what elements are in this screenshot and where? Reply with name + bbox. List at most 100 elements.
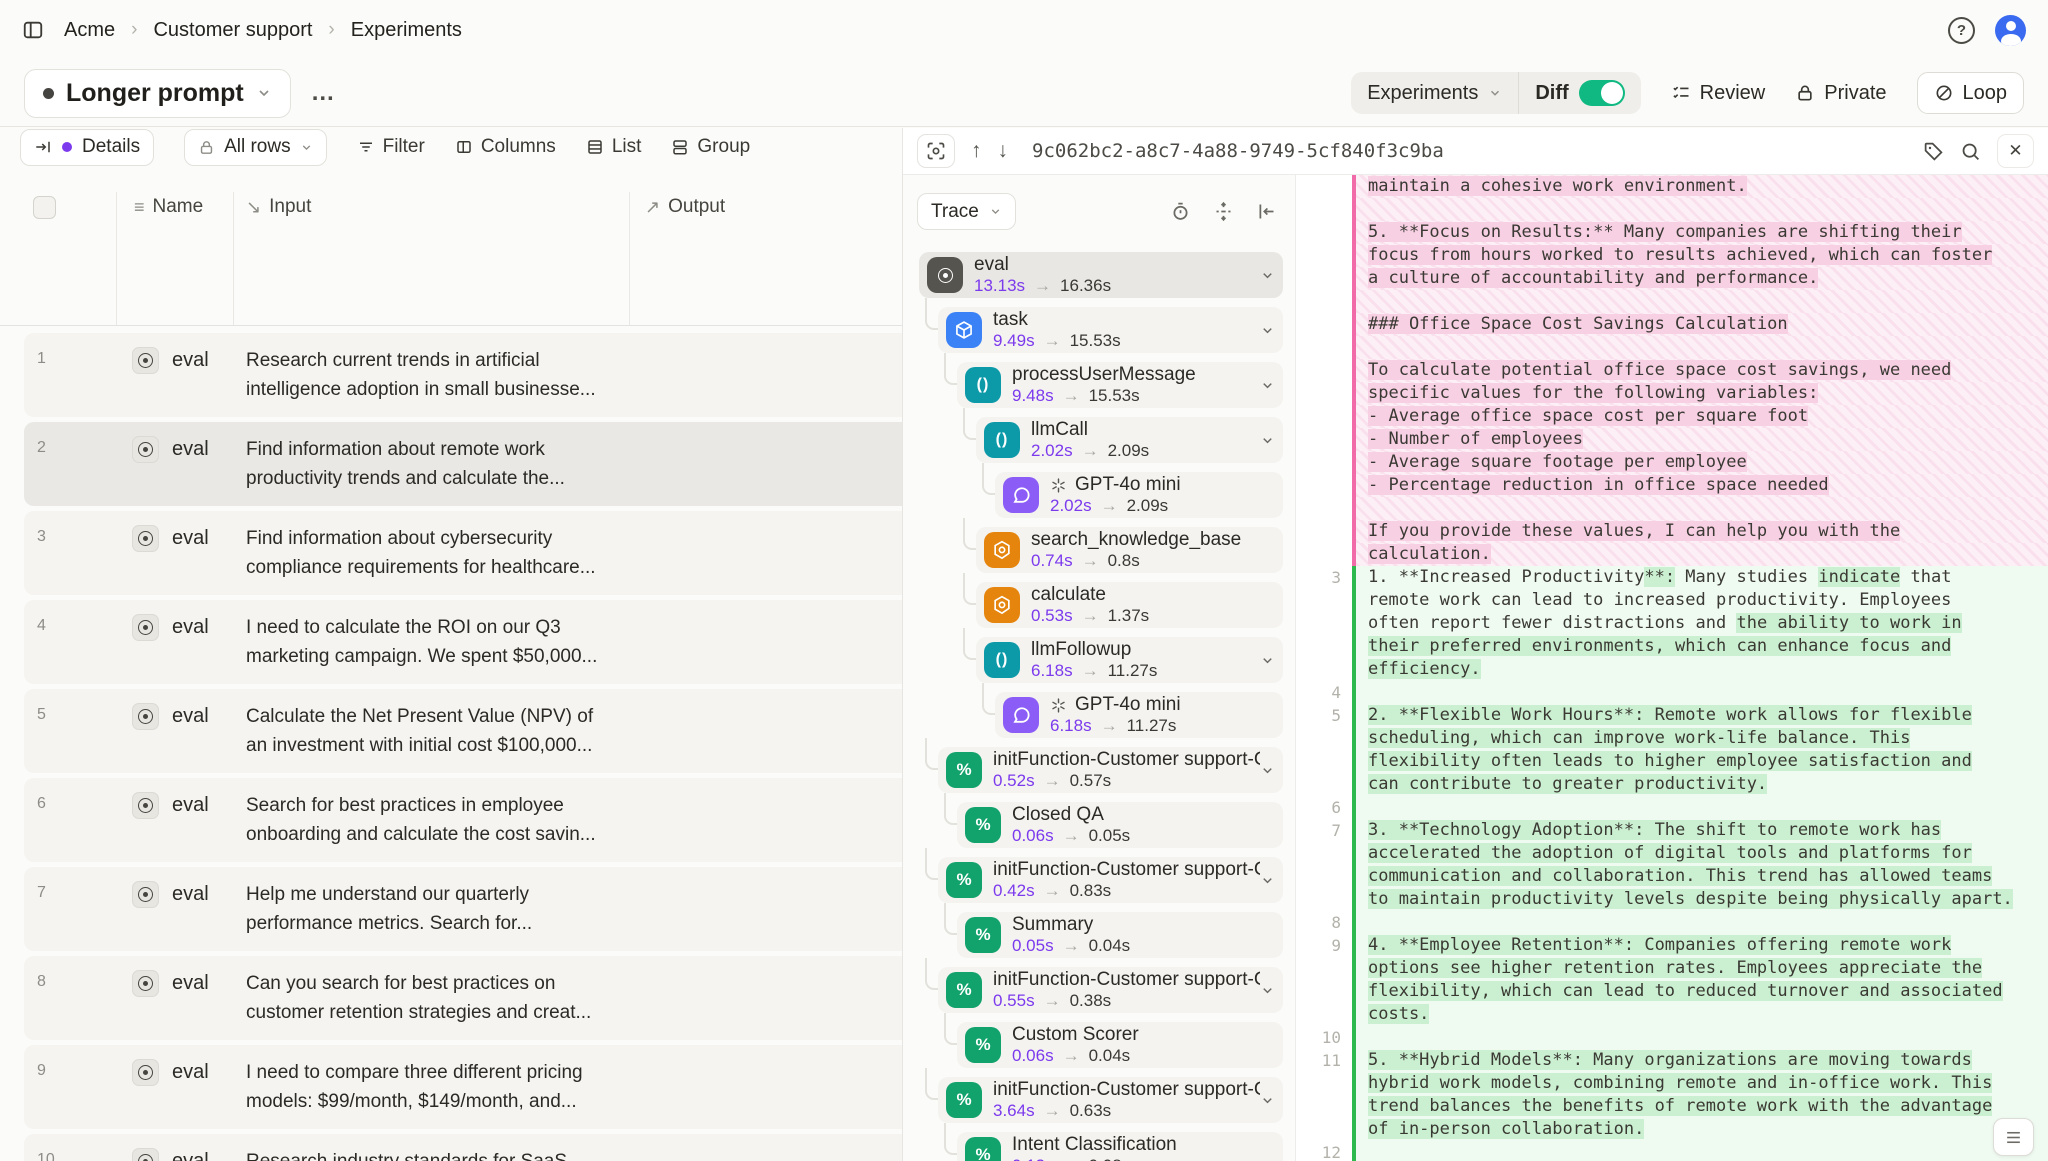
experiment-selector[interactable]: Longer prompt <box>24 69 291 118</box>
trace-node[interactable]: ()processUserMessage9.48s→15.53s <box>957 362 1283 408</box>
columns-button[interactable]: Columns <box>455 136 556 158</box>
percent-icon: % <box>956 1090 971 1110</box>
trace-node[interactable]: GPT-4o mini6.18s→11.27s <box>995 692 1283 738</box>
chevron-down-icon[interactable] <box>1260 763 1275 778</box>
tree-connector <box>963 518 976 550</box>
trace-panel-header: ↑ ↓ 9c062bc2-a8c7-4a88-9749-5cf840f3c9ba… <box>903 128 2048 175</box>
timer-icon[interactable] <box>1170 201 1191 222</box>
tag-icon[interactable] <box>1923 141 1944 162</box>
chevron-down-icon <box>1488 86 1502 100</box>
input-line: Research industry standards for SaaS <box>246 1147 646 1161</box>
line-number <box>1296 543 1352 566</box>
removed-text: - Number of employees <box>1368 429 1583 449</box>
trace-node[interactable]: %initFunction-Customer support-C...0.55s… <box>938 967 1283 1013</box>
table-row[interactable]: 8evalCan you search for best practices o… <box>24 956 902 1040</box>
close-icon[interactable]: ✕ <box>1997 134 2034 168</box>
duration-comparison: 1.37s <box>1108 606 1150 626</box>
table-row[interactable]: 3evalFind information about cybersecurit… <box>24 511 902 595</box>
collapse-left-icon[interactable] <box>1256 201 1277 222</box>
table-row[interactable]: 6evalSearch for best practices in employ… <box>24 778 902 862</box>
name-cell: eval <box>132 703 209 730</box>
checklist-icon <box>1671 83 1691 103</box>
table-row[interactable]: 9evalI need to compare three different p… <box>24 1045 902 1129</box>
chevron-down-icon[interactable] <box>1260 323 1275 338</box>
trace-node[interactable]: %Custom Scorer0.06s→0.04s <box>957 1022 1283 1068</box>
trace-node[interactable]: eval13.13s→16.36s <box>919 252 1283 298</box>
select-all-checkbox[interactable] <box>33 196 56 219</box>
trace-node-body: initFunction-Customer support-C...0.42s→… <box>993 859 1260 901</box>
breadcrumb-org[interactable]: Acme <box>64 19 115 42</box>
table-row[interactable]: 10evalResearch industry standards for Sa… <box>24 1134 902 1161</box>
table-row[interactable]: 1evalResearch current trends in artifici… <box>24 333 902 417</box>
all-rows-dropdown[interactable]: All rows <box>184 129 327 166</box>
search-icon[interactable] <box>1960 141 1981 162</box>
trace-node[interactable]: %Intent Classification0.13s→0.08s <box>957 1132 1283 1161</box>
column-header-name[interactable]: ≡ Name <box>134 196 203 218</box>
avatar[interactable] <box>1995 15 2026 46</box>
diff-line-text: To calculate potential office space cost… <box>1352 359 2048 382</box>
trace-node[interactable]: %initFunction-Customer support-C...0.42s… <box>938 857 1283 903</box>
tree-connector <box>963 573 976 605</box>
trace-node[interactable]: task9.49s→15.53s <box>938 307 1283 353</box>
diff-toggle[interactable] <box>1579 80 1625 106</box>
column-header-output[interactable]: ↗ Output <box>645 196 725 218</box>
next-row-button[interactable]: ↓ <box>998 139 1009 163</box>
previous-row-button[interactable]: ↑ <box>971 139 982 163</box>
chevron-down-icon[interactable] <box>1260 1093 1275 1108</box>
circle-dot-glyph <box>138 531 153 546</box>
group-button[interactable]: Group <box>671 136 750 158</box>
chevron-down-icon[interactable] <box>1260 983 1275 998</box>
loop-button[interactable]: Loop <box>1917 72 2025 114</box>
table-row[interactable]: 7evalHelp me understand our quarterlyper… <box>24 867 902 951</box>
review-button[interactable]: Review <box>1671 82 1766 105</box>
table-row[interactable]: 4evalI need to calculate the ROI on our … <box>24 600 902 684</box>
experiments-view-dropdown[interactable]: Experiments <box>1351 82 1518 105</box>
trace-node[interactable]: GPT-4o mini2.02s→2.09s <box>995 472 1283 518</box>
chevron-down-icon[interactable] <box>1260 268 1275 283</box>
diff-added-line: efficiency. <box>1296 658 2048 681</box>
trace-node[interactable]: %initFunction-Customer support-C...0.52s… <box>938 747 1283 793</box>
trace-view-dropdown[interactable]: Trace <box>917 193 1016 230</box>
table-row[interactable]: 5evalCalculate the Net Present Value (NP… <box>24 689 902 773</box>
line-number: 6 <box>1296 796 1352 819</box>
column-header-input[interactable]: ↘ Input <box>246 196 311 218</box>
trace-node[interactable]: %Summary0.05s→0.04s <box>957 912 1283 958</box>
focus-span-button[interactable] <box>917 134 955 168</box>
more-options-button[interactable]: … <box>311 79 337 107</box>
breadcrumb-section[interactable]: Experiments <box>351 19 462 42</box>
trace-node[interactable]: ()llmFollowup6.18s→11.27s <box>976 637 1283 683</box>
circle-dot-glyph <box>138 976 153 991</box>
private-button[interactable]: Private <box>1795 82 1886 105</box>
diff-line-text: 5. **Hybrid Models**: Many organizations… <box>1352 1049 2048 1072</box>
trace-node[interactable]: calculate0.53s→1.37s <box>976 582 1283 628</box>
duration-comparison: 15.53s <box>1089 386 1140 406</box>
trace-node[interactable]: search_knowledge_base0.74s→0.8s <box>976 527 1283 573</box>
diff-added-line: 94. **Employee Retention**: Companies of… <box>1296 934 2048 957</box>
chevron-down-icon[interactable] <box>1260 433 1275 448</box>
trace-node[interactable]: %initFunction-Customer support-C...3.64s… <box>938 1077 1283 1123</box>
chevron-down-icon[interactable] <box>1260 653 1275 668</box>
input-cell: Research industry standards for SaaS <box>246 1147 646 1161</box>
arrow-right-icon: → <box>1082 661 1099 681</box>
chevron-down-icon[interactable] <box>1260 378 1275 393</box>
diff-line-text: of in-person collaboration. <box>1352 1118 2048 1141</box>
name-cell: eval <box>132 525 209 552</box>
diff-line-text <box>1352 198 2048 221</box>
duration-current: 9.49s <box>993 331 1035 351</box>
trace-node[interactable]: ()llmCall2.02s→2.09s <box>976 417 1283 463</box>
help-icon[interactable]: ? <box>1948 17 1975 44</box>
raw-view-button[interactable] <box>1993 1118 2034 1156</box>
input-line: Search for best practices in employee <box>246 791 646 820</box>
table-row[interactable]: 2evalFind information about remote workp… <box>24 422 902 506</box>
sidebar-toggle-icon[interactable] <box>22 19 44 41</box>
filter-button[interactable]: Filter <box>357 136 425 158</box>
top-bar: Acme › Customer support › Experiments ? <box>0 0 2048 60</box>
list-button[interactable]: List <box>586 136 642 158</box>
trace-node[interactable]: %Closed QA0.06s→0.05s <box>957 802 1283 848</box>
expand-vertical-icon[interactable] <box>1213 201 1234 222</box>
breadcrumb-project[interactable]: Customer support <box>153 19 312 42</box>
chevron-down-icon[interactable] <box>1260 873 1275 888</box>
trace-node-name: initFunction-Customer support-C... <box>993 859 1260 881</box>
trace-node-name: llmFollowup <box>1031 639 1131 661</box>
details-button[interactable]: Details <box>20 129 154 166</box>
